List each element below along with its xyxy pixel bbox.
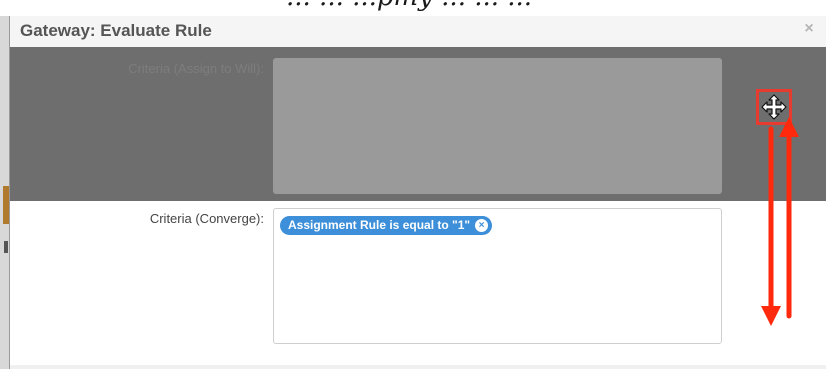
criteria-assign-box[interactable] <box>273 58 722 194</box>
evaluate-rule-modal: Gateway: Evaluate Rule × Criteria (Assig… <box>9 16 826 369</box>
drag-direction-arrows <box>761 117 799 326</box>
criteria-tag-label: Assignment Rule is equal to "1" <box>288 218 471 232</box>
backdrop-edge-mark <box>4 241 8 253</box>
modal-bottom-edge <box>10 365 826 369</box>
backdrop-edge <box>0 16 9 369</box>
backdrop-top-strip: ... ... ...pmy ... ... ... <box>0 0 826 16</box>
criteria-tag[interactable]: Assignment Rule is equal to "1" × <box>280 216 493 235</box>
dragging-row[interactable]: Criteria (Assign to Will): <box>10 47 826 201</box>
down-arrowhead <box>761 306 781 326</box>
modal-title: Gateway: Evaluate Rule <box>20 21 212 40</box>
tag-remove-icon[interactable]: × <box>475 219 489 232</box>
backdrop-text: ... ... ...pmy ... ... ... <box>286 0 532 12</box>
modal-header[interactable]: Gateway: Evaluate Rule × <box>10 16 826 48</box>
up-arrowhead <box>779 117 799 137</box>
criteria-converge-box[interactable]: Assignment Rule is equal to "1" × <box>273 208 722 344</box>
criteria-converge-label: Criteria (Converge): <box>149 211 264 226</box>
close-icon[interactable]: × <box>800 20 818 38</box>
criteria-assign-label: Criteria (Assign to Will): <box>128 61 264 76</box>
